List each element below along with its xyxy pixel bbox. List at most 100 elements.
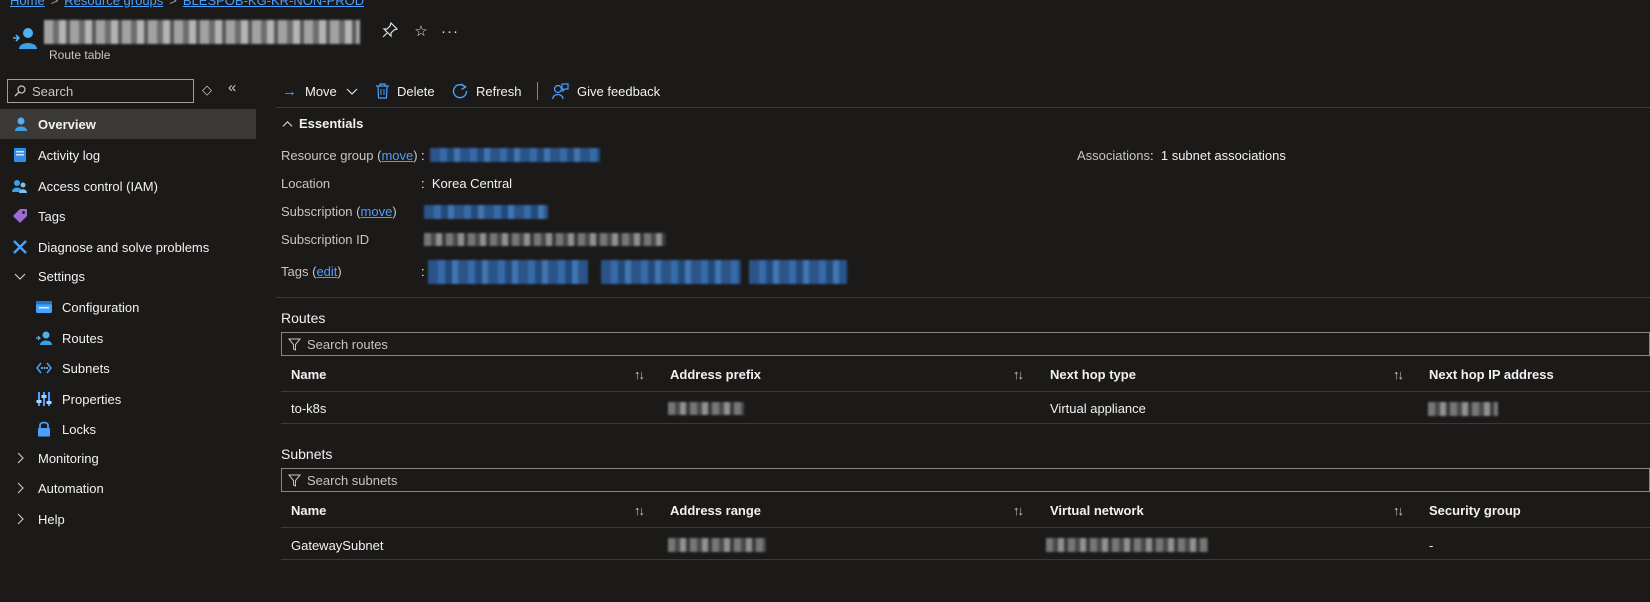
routes-title: Routes [281,310,326,326]
sidebar-search-input[interactable] [32,83,182,99]
sidebar-item-label: Properties [62,391,122,407]
toolbar-bottom-divider [276,107,1650,108]
sidebar-item-label: Activity log [38,147,101,163]
column-header-address-prefix[interactable]: Address prefix [670,367,761,382]
sidebar-item-label: Routes [62,330,104,346]
column-header-next-hop-type[interactable]: Next hop type [1050,367,1136,382]
sidebar-item-properties[interactable]: Properties [0,384,256,414]
chevron-up-icon [282,121,293,127]
sidebar-search[interactable] [7,79,194,103]
routes-filter[interactable] [281,332,1650,356]
give-feedback-button[interactable]: Give feedback [552,80,660,102]
resource-group-value-redacted[interactable] [430,148,600,162]
tags-label: Tags [281,264,309,279]
lock-icon [36,421,52,437]
address-prefix-redacted [668,402,744,415]
chevron-down-icon [346,88,358,95]
paren-close: ) [337,264,342,279]
sidebar-item-access-control[interactable]: Access control (IAM) [0,171,256,201]
sidebar-item-monitoring[interactable]: Monitoring [0,443,256,473]
associations-value: 1 subnet associations [1160,148,1286,163]
move-button[interactable]: → Move [282,80,358,102]
tag-icon [12,208,28,224]
column-header-name[interactable]: Name [291,503,326,518]
overview-icon [12,116,28,132]
collapse-sidebar-icon[interactable]: « [228,79,236,96]
tag-pill-redacted[interactable] [601,260,741,284]
sidebar-item-activity-log[interactable]: Activity log [0,140,256,170]
iam-icon [12,178,28,194]
location-label: Location [281,176,331,191]
subscription-value-redacted[interactable] [424,205,548,219]
sidebar-item-label: Access control (IAM) [38,178,158,194]
resource-type-subtitle: Route table [49,48,111,62]
chevron-right-icon [12,480,28,496]
header-divider [281,527,1650,528]
sort-arrows-icon[interactable]: ↑↓ [634,367,645,382]
wrench-icon [12,239,28,255]
associations-label: Associations [1077,148,1150,163]
sidebar-item-settings[interactable]: Settings [0,261,256,291]
delete-button[interactable]: Delete [376,80,435,102]
subnets-icon [36,360,52,376]
column-header-address-range[interactable]: Address range [670,503,761,518]
subscription-label: Subscription [281,204,353,219]
sidebar-item-diagnose[interactable]: Diagnose and solve problems [0,232,256,262]
security-group-cell: - [1429,538,1434,553]
chevron-right-icon [12,511,28,527]
resource-group-label: Resource group [281,148,374,163]
sort-arrows-icon[interactable]: ↑↓ [1013,503,1024,518]
tag-pill-redacted[interactable] [749,260,847,284]
favorite-star-icon[interactable]: ☆ [411,22,431,42]
sidebar-item-overview[interactable]: Overview [0,109,256,139]
subnet-name-cell[interactable]: GatewaySubnet [291,538,384,553]
breadcrumb-resource-group[interactable]: BLESPOB-KG-KR-NON-PROD [183,0,364,8]
subnets-search-input[interactable] [307,472,707,488]
essentials-toggle[interactable]: Essentials [282,116,363,131]
sidebar-item-label: Settings [38,268,85,284]
refresh-button[interactable]: Refresh [452,80,522,102]
subnets-filter[interactable] [281,468,1650,492]
breadcrumb-resource-groups[interactable]: Resource groups [64,0,163,8]
routes-search-input[interactable] [307,336,707,352]
sidebar-item-label: Monitoring [38,450,99,466]
delete-label: Delete [397,83,435,99]
chevron-down-icon [12,268,28,284]
give-feedback-label: Give feedback [577,83,661,99]
breadcrumb-home[interactable]: Home [10,0,45,8]
address-range-redacted [668,538,766,552]
move-resource-group-link[interactable]: move [381,148,413,163]
sort-arrows-icon[interactable]: ↑↓ [634,503,645,518]
tag-pill-redacted[interactable] [428,260,588,284]
next-hop-ip-redacted [1428,402,1498,416]
breadcrumb-separator: > [50,0,59,8]
location-value-row: : Korea Central [421,176,512,191]
pin-icon[interactable] [380,21,400,42]
sidebar-item-help[interactable]: Help [0,504,256,534]
sort-toggle-icon[interactable]: ◇ [202,82,212,98]
column-header-name[interactable]: Name [291,367,326,382]
sidebar-item-subnets[interactable]: Subnets [0,353,256,383]
column-header-virtual-network[interactable]: Virtual network [1050,503,1144,518]
virtual-network-redacted[interactable] [1046,538,1208,552]
chevron-right-icon [12,450,28,466]
more-options-icon[interactable]: ··· [440,22,460,42]
sidebar-item-routes[interactable]: Routes [0,323,256,353]
move-subscription-link[interactable]: move [361,204,393,219]
sidebar-item-locks[interactable]: Locks [0,414,256,444]
search-icon [14,85,26,97]
sort-arrows-icon[interactable]: ↑↓ [1393,503,1404,518]
route-name-cell[interactable]: to-k8s [291,401,326,416]
sidebar-item-label: Locks [62,421,96,437]
edit-tags-link[interactable]: edit [316,264,337,279]
sidebar-item-tags[interactable]: Tags [0,201,256,231]
paren-close: ) [392,204,397,219]
sidebar-item-configuration[interactable]: Configuration [0,292,256,322]
column-header-next-hop-ip[interactable]: Next hop IP address [1429,367,1554,382]
sidebar-item-automation[interactable]: Automation [0,473,256,503]
sort-arrows-icon[interactable]: ↑↓ [1013,367,1024,382]
paren-close: ) [413,148,418,163]
column-header-security-group[interactable]: Security group [1429,503,1521,518]
sort-arrows-icon[interactable]: ↑↓ [1393,367,1404,382]
configuration-icon [36,299,52,315]
